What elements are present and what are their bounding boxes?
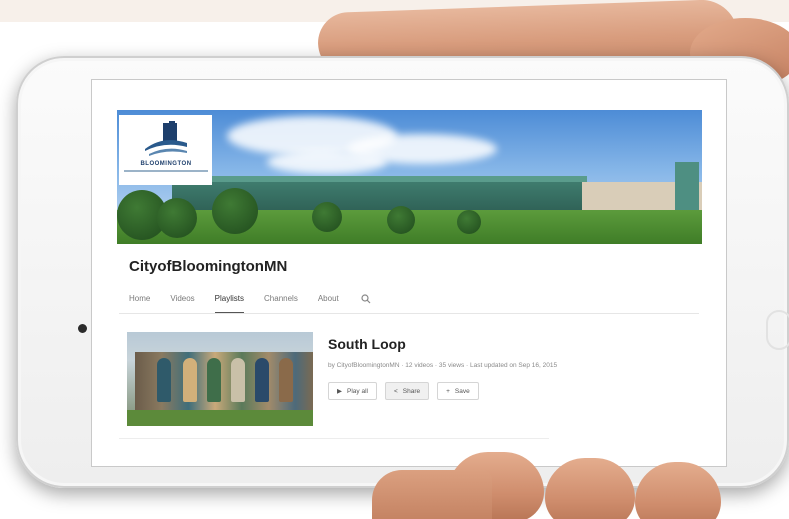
search-icon[interactable] xyxy=(361,294,371,304)
tablet-screen: BLOOMINGTON CityofBloomingtonMN Home Vid… xyxy=(91,79,727,467)
bloomington-logo-icon xyxy=(145,121,187,156)
play-all-button[interactable]: ▶ Play all xyxy=(328,382,377,400)
playlist-actions: ▶ Play all < Share + Save xyxy=(328,382,479,400)
share-icon: < xyxy=(393,387,398,395)
playlist-meta: by CityofBloomingtonMN · 12 videos · 35 … xyxy=(328,362,558,369)
play-icon: ▶ xyxy=(337,388,342,395)
plus-icon: + xyxy=(446,387,450,395)
share-label: Share xyxy=(402,387,421,395)
tabs-divider xyxy=(119,313,699,314)
logo-text: BLOOMINGTON xyxy=(140,161,192,167)
save-button[interactable]: + Save xyxy=(437,382,479,400)
tab-about[interactable]: About xyxy=(318,294,339,314)
playlist-title[interactable]: South Loop xyxy=(328,336,406,352)
hand-palm xyxy=(372,470,492,519)
hand-finger-2 xyxy=(545,458,635,519)
home-button[interactable] xyxy=(766,310,789,350)
tab-videos[interactable]: Videos xyxy=(170,294,194,314)
channel-logo[interactable]: BLOOMINGTON xyxy=(119,115,212,185)
playlist-thumbnail[interactable] xyxy=(127,332,313,426)
tab-home[interactable]: Home xyxy=(129,294,150,314)
logo-underline xyxy=(124,170,208,172)
tab-channels[interactable]: Channels xyxy=(264,294,298,314)
list-divider xyxy=(119,438,549,439)
tab-playlists[interactable]: Playlists xyxy=(214,294,245,314)
channel-name: CityofBloomingtonMN xyxy=(129,258,288,275)
share-button[interactable]: < Share xyxy=(384,382,430,400)
save-label: Save xyxy=(454,387,470,395)
channel-tabs: Home Videos Playlists Channels About xyxy=(129,294,371,314)
play-all-label: Play all xyxy=(347,387,368,395)
camera-icon xyxy=(78,324,87,333)
